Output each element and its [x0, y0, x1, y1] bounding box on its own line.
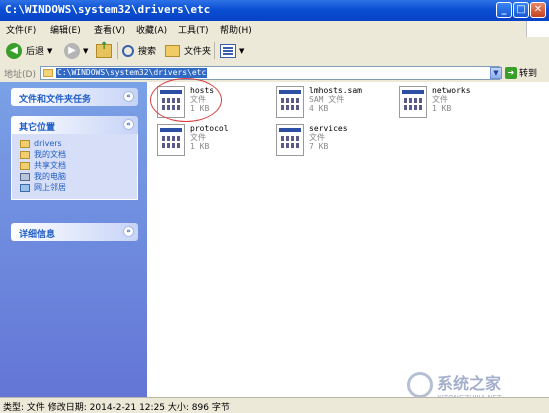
file-name: lmhosts.sam: [309, 86, 362, 95]
file-name: networks: [432, 86, 471, 95]
address-path: C:\WINDOWS\system32\drivers\etc: [56, 68, 208, 78]
place-label: 我的电脑: [34, 172, 66, 181]
place-my-computer[interactable]: 我的电脑: [20, 171, 137, 182]
file-type: 文件: [432, 95, 448, 104]
back-arrow-icon: ◀: [6, 42, 22, 59]
details-panel-header[interactable]: 详细信息 »: [11, 223, 138, 241]
tasks-panel: 文件和文件夹任务 «: [11, 88, 138, 106]
search-label: 搜索: [138, 47, 157, 57]
forward-arrow-icon: ▶: [64, 42, 80, 59]
address-label: 地址(D): [4, 70, 36, 80]
place-label: drivers: [34, 139, 62, 148]
network-places-icon: [20, 183, 30, 192]
menu-view[interactable]: 查看(V): [94, 23, 125, 36]
tasks-panel-title: 文件和文件夹任务: [19, 95, 92, 105]
file-item-protocol[interactable]: protocol 文件 1 KB: [157, 124, 267, 168]
file-icon: [399, 86, 427, 118]
other-places-title: 其它位置: [19, 123, 56, 133]
tasks-panel-header[interactable]: 文件和文件夹任务 «: [11, 88, 138, 106]
place-network[interactable]: 网上邻居: [20, 182, 137, 193]
collapse-chevron-icon[interactable]: «: [123, 119, 134, 130]
file-type: 文件: [309, 133, 325, 142]
menu-file[interactable]: 文件(F): [6, 23, 36, 36]
file-name: services: [309, 124, 348, 133]
place-my-documents[interactable]: 我的文档: [20, 149, 137, 160]
file-type: SAM 文件: [309, 95, 345, 104]
menu-tools[interactable]: 工具(T): [178, 23, 209, 36]
toolbar-separator: [117, 42, 118, 59]
my-documents-icon: [20, 150, 30, 159]
back-button[interactable]: ◀ 后退 ▼: [6, 41, 52, 60]
toolbar: ◀ 后退 ▼ ▶ ▼ ↑ 搜索 文件夹 ▼: [0, 37, 549, 65]
window-title: C:\WINDOWS\system32\drivers\etc: [5, 3, 211, 16]
chevron-down-icon: ▼: [47, 46, 53, 55]
file-name: protocol: [190, 124, 229, 133]
minimize-button[interactable]: _: [496, 2, 512, 18]
status-bar: 类型: 文件 修改日期: 2014-2-21 12:25 大小: 896 字节: [0, 397, 549, 413]
other-places-panel: 其它位置 « drivers 我的文档 共享文档 我的电脑 网上邻居: [11, 116, 138, 200]
chevron-down-icon: ▼: [239, 46, 245, 55]
chevron-down-icon: ▼: [83, 46, 89, 55]
file-size: 4 KB: [309, 104, 329, 113]
menu-bar: 文件(F) 编辑(E) 查看(V) 收藏(A) 工具(T) 帮助(H): [0, 21, 549, 38]
file-view: hosts 文件 1 KB lmhosts.sam SAM 文件 4 KB ne…: [147, 82, 549, 397]
place-label: 共享文档: [34, 161, 66, 170]
go-arrow-icon: ➜: [505, 66, 517, 79]
folders-button[interactable]: 文件夹: [165, 41, 211, 60]
details-panel: 详细信息 »: [11, 223, 138, 241]
task-pane: 文件和文件夹任务 « 其它位置 « drivers 我的文档 共享文档 我的电脑…: [0, 82, 147, 397]
file-icon: [157, 124, 185, 156]
collapse-chevron-icon[interactable]: «: [123, 91, 134, 102]
go-label: 转到: [519, 69, 538, 79]
folders-icon: [165, 44, 180, 57]
go-button[interactable]: ➜ 转到: [505, 66, 537, 79]
folder-icon: [43, 69, 53, 77]
forward-button[interactable]: ▶ ▼: [64, 41, 88, 60]
file-type: 文件: [190, 133, 206, 142]
other-places-body: drivers 我的文档 共享文档 我的电脑 网上邻居: [11, 134, 138, 200]
search-icon: [122, 44, 134, 57]
menu-edit[interactable]: 编辑(E): [50, 23, 81, 36]
my-computer-icon: [20, 172, 30, 181]
menu-help[interactable]: 帮助(H): [220, 23, 252, 36]
views-button[interactable]: ▼: [220, 41, 244, 60]
watermark-text: 系统之家: [437, 374, 502, 393]
address-input[interactable]: C:\WINDOWS\system32\drivers\etc: [40, 66, 500, 80]
toolbar-separator: [214, 42, 215, 59]
file-size: 7 KB: [309, 142, 329, 151]
windows-logo-icon: [526, 21, 549, 37]
place-label: 网上邻居: [34, 183, 66, 192]
shared-documents-icon: [20, 161, 30, 170]
back-label: 后退: [26, 47, 45, 57]
folders-label: 文件夹: [184, 47, 212, 57]
annotation-circle: [150, 78, 222, 122]
details-panel-title: 详细信息: [19, 230, 56, 240]
file-size: 1 KB: [190, 142, 210, 151]
file-item-networks[interactable]: networks 文件 1 KB: [399, 86, 509, 130]
place-shared-documents[interactable]: 共享文档: [20, 160, 137, 171]
file-icon: [276, 124, 304, 156]
status-text: 类型: 文件 修改日期: 2014-2-21 12:25 大小: 896 字节: [3, 403, 230, 413]
up-folder-icon: ↑: [96, 41, 112, 58]
views-icon: [220, 43, 236, 58]
up-button[interactable]: ↑: [96, 41, 112, 60]
file-size: 1 KB: [432, 104, 452, 113]
maximize-button[interactable]: □: [513, 2, 529, 18]
file-item-services[interactable]: services 文件 7 KB: [276, 124, 386, 168]
close-button[interactable]: ✕: [530, 2, 546, 18]
address-dropdown-button[interactable]: ▼: [490, 67, 502, 79]
folder-icon: [20, 139, 30, 148]
other-places-header[interactable]: 其它位置 «: [11, 116, 138, 134]
file-icon: [276, 86, 304, 118]
title-bar: C:\WINDOWS\system32\drivers\etc _ □ ✕: [0, 0, 549, 21]
watermark-logo-icon: [407, 372, 433, 398]
expand-chevron-icon[interactable]: »: [123, 226, 134, 237]
search-button[interactable]: 搜索: [122, 41, 156, 60]
place-drivers[interactable]: drivers: [20, 138, 137, 149]
place-label: 我的文档: [34, 150, 66, 159]
address-bar: 地址(D) C:\WINDOWS\system32\drivers\etc ▼ …: [0, 64, 549, 83]
menu-favorites[interactable]: 收藏(A): [136, 23, 167, 36]
